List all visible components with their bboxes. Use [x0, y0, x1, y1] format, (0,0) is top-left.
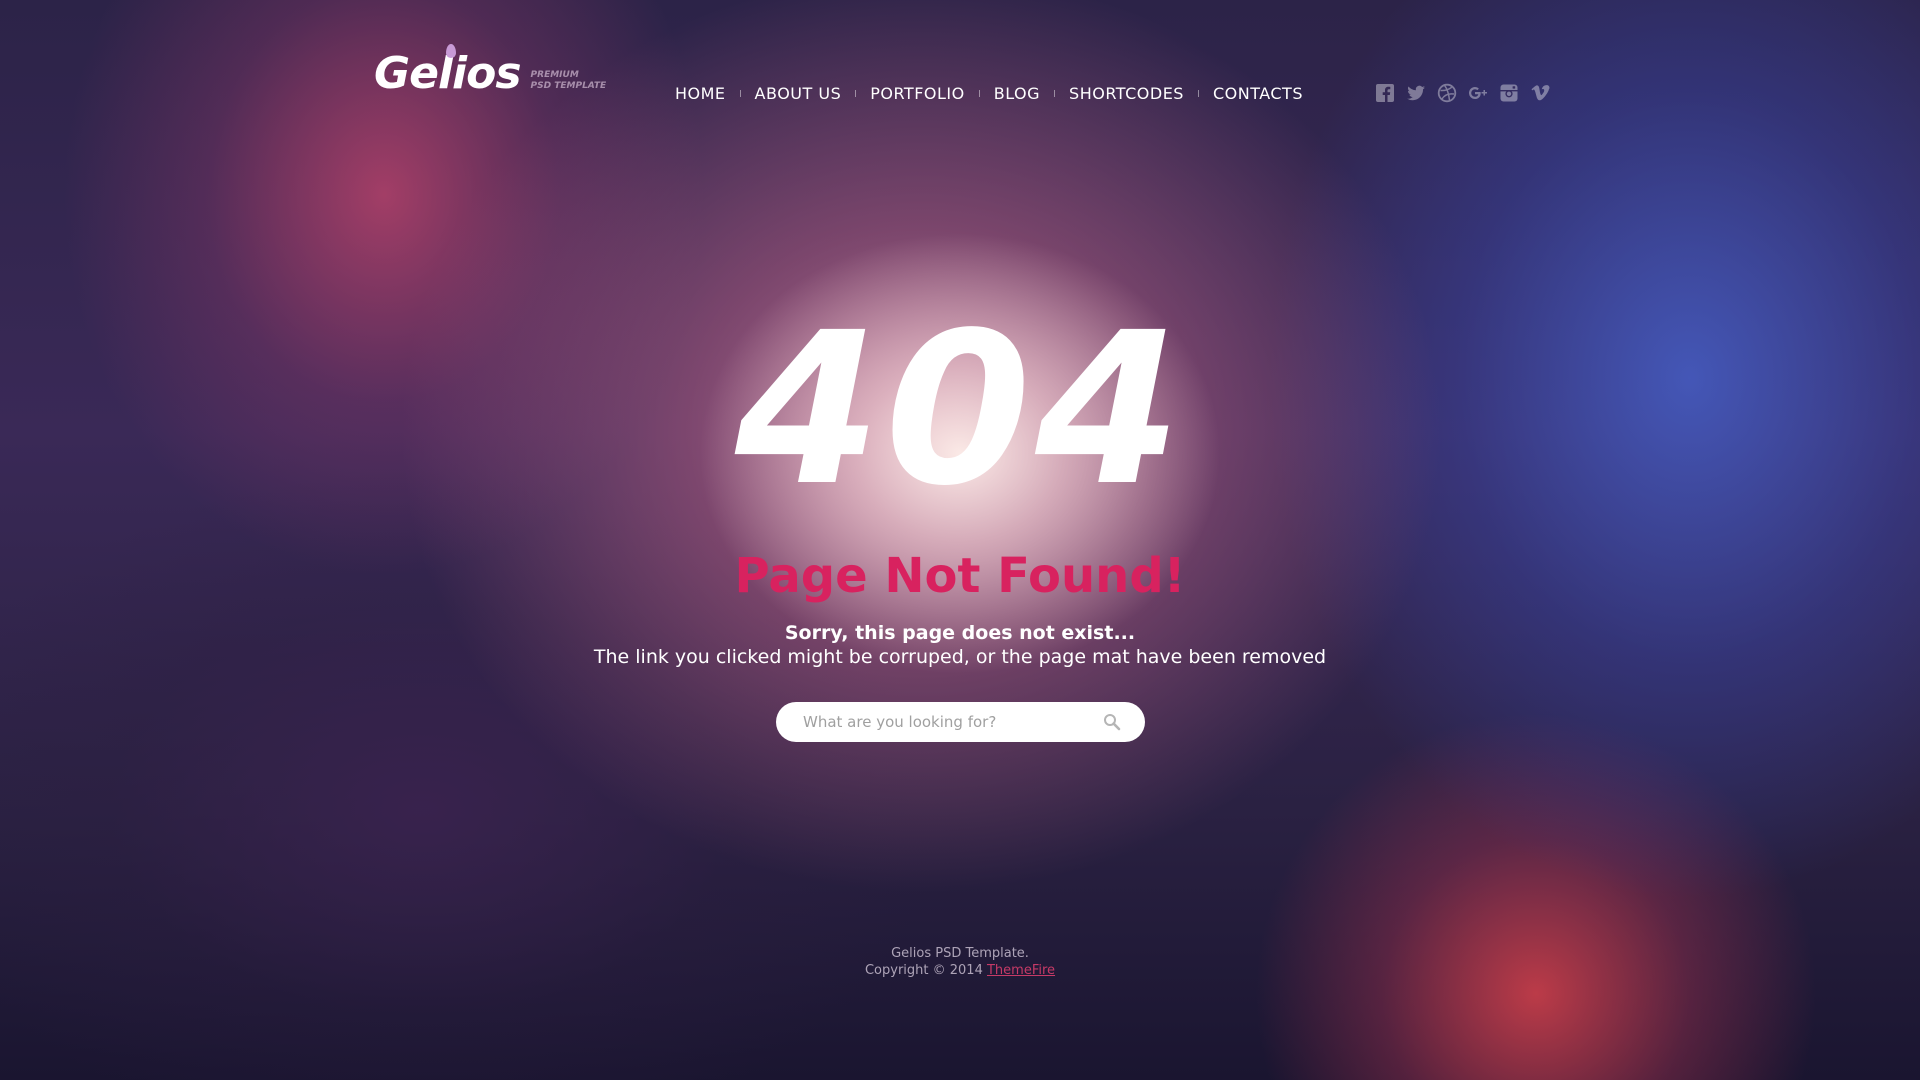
footer-copyright: Copyright © 2014 ThemeFire [0, 962, 1920, 979]
nav-portfolio[interactable]: PORTFOLIO [870, 84, 965, 103]
error-message: The link you clicked might be corruped, … [593, 646, 1327, 668]
nav-about-us[interactable]: ABOUT US [755, 84, 842, 103]
error-code: 404 [734, 287, 1186, 532]
error-subtitle: Sorry, this page does not exist... [784, 622, 1136, 644]
google-plus-icon[interactable] [1468, 83, 1488, 103]
footer-template-name: Gelios PSD Template. [891, 946, 1029, 961]
logo-tagline: PREMIUM PSD TEMPLATE [531, 70, 607, 92]
main-nav: HOME ABOUT US PORTFOLIO BLOG SHORTCODES … [675, 84, 1303, 103]
twitter-icon[interactable] [1406, 83, 1426, 103]
logo[interactable]: Gelios PREMIUM PSD TEMPLATE [374, 44, 607, 99]
logo-drop-icon [446, 44, 456, 58]
search-input[interactable] [803, 702, 1093, 742]
search-box [776, 702, 1145, 742]
page-title: Page Not Found! [734, 548, 1186, 604]
footer: Gelios PSD Template. Copyright © 2014 Th… [0, 945, 1920, 979]
nav-separator [855, 90, 857, 97]
nav-separator [1054, 90, 1056, 97]
dribbble-icon[interactable] [1437, 83, 1457, 103]
nav-home[interactable]: HOME [675, 84, 726, 103]
social-links [1375, 83, 1550, 103]
search-icon[interactable] [1103, 713, 1121, 731]
instagram-icon[interactable] [1499, 83, 1519, 103]
nav-separator [1197, 90, 1199, 97]
logo-tagline-psd: PSD TEMPLATE [530, 81, 607, 91]
facebook-icon[interactable] [1375, 83, 1395, 103]
logo-tagline-premium: PREMIUM [530, 70, 579, 80]
nav-contacts[interactable]: CONTACTS [1213, 84, 1303, 103]
themefire-link[interactable]: ThemeFire [987, 963, 1055, 978]
vimeo-icon[interactable] [1530, 83, 1550, 103]
logo-wordmark: Gelios [374, 48, 522, 99]
nav-separator [978, 90, 980, 97]
nav-separator [739, 90, 741, 97]
nav-shortcodes[interactable]: SHORTCODES [1069, 84, 1184, 103]
copyright-text: Copyright © 2014 [864, 963, 983, 978]
nav-blog[interactable]: BLOG [994, 84, 1040, 103]
